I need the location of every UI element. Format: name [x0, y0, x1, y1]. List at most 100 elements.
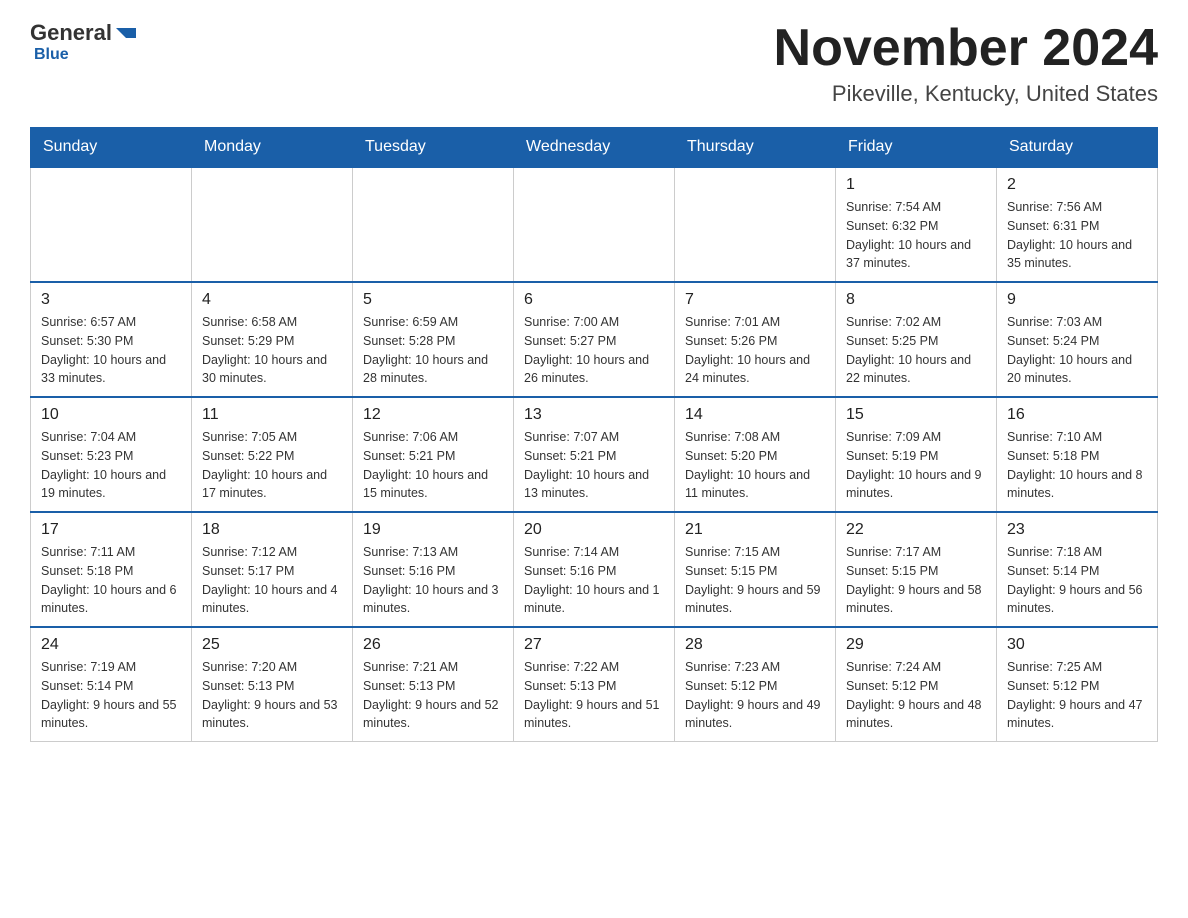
day-info: Sunrise: 7:08 AMSunset: 5:20 PMDaylight:… [685, 428, 825, 503]
calendar-cell: 18 Sunrise: 7:12 AMSunset: 5:17 PMDayligh… [192, 512, 353, 627]
day-info: Sunrise: 7:22 AMSunset: 5:13 PMDaylight:… [524, 658, 664, 733]
calendar-cell [353, 167, 514, 282]
weekday-header-wednesday: Wednesday [514, 128, 675, 168]
day-number: 24 [41, 636, 181, 654]
calendar-cell: 28 Sunrise: 7:23 AMSunset: 5:12 PMDayligh… [675, 627, 836, 742]
day-info: Sunrise: 7:19 AMSunset: 5:14 PMDaylight:… [41, 658, 181, 733]
day-info: Sunrise: 7:56 AMSunset: 6:31 PMDaylight:… [1007, 198, 1147, 273]
day-info: Sunrise: 7:20 AMSunset: 5:13 PMDaylight:… [202, 658, 342, 733]
weekday-header-thursday: Thursday [675, 128, 836, 168]
calendar-cell: 13Sunrise: 7:07 AMSunset: 5:21 PMDayligh… [514, 397, 675, 512]
calendar-cell: 17 Sunrise: 7:11 AMSunset: 5:18 PMDayligh… [31, 512, 192, 627]
logo-general-text: General [30, 20, 112, 46]
day-number: 23 [1007, 521, 1147, 539]
day-number: 15 [846, 406, 986, 424]
day-info: Sunrise: 7:23 AMSunset: 5:12 PMDaylight:… [685, 658, 825, 733]
day-info: Sunrise: 7:18 AMSunset: 5:14 PMDaylight:… [1007, 543, 1147, 618]
logo-triangle-icon [116, 28, 136, 38]
logo-blue-text: Blue [34, 46, 69, 64]
title-section: November 2024 Pikeville, Kentucky, Unite… [774, 20, 1158, 107]
day-number: 12 [363, 406, 503, 424]
calendar-cell: 7 Sunrise: 7:01 AMSunset: 5:26 PMDaylight… [675, 282, 836, 397]
day-info: Sunrise: 7:13 AMSunset: 5:16 PMDaylight:… [363, 543, 503, 618]
calendar-cell: 5Sunrise: 6:59 AMSunset: 5:28 PMDaylight… [353, 282, 514, 397]
calendar-cell: 21Sunrise: 7:15 AMSunset: 5:15 PMDayligh… [675, 512, 836, 627]
day-info: Sunrise: 7:54 AMSunset: 6:32 PMDaylight:… [846, 198, 986, 273]
calendar-cell: 4Sunrise: 6:58 AMSunset: 5:29 PMDaylight… [192, 282, 353, 397]
logo: General Blue [30, 20, 136, 64]
day-number: 29 [846, 636, 986, 654]
day-info: Sunrise: 7:04 AMSunset: 5:23 PMDaylight:… [41, 428, 181, 503]
day-number: 19 [363, 521, 503, 539]
day-info: Sunrise: 7:00 AMSunset: 5:27 PMDaylight:… [524, 313, 664, 388]
day-number: 22 [846, 521, 986, 539]
calendar-cell [31, 167, 192, 282]
day-number: 16 [1007, 406, 1147, 424]
subtitle: Pikeville, Kentucky, United States [774, 81, 1158, 107]
day-number: 9 [1007, 291, 1147, 309]
day-number: 11 [202, 406, 342, 424]
calendar-cell: 10 Sunrise: 7:04 AMSunset: 5:23 PMDayligh… [31, 397, 192, 512]
calendar-cell: 27Sunrise: 7:22 AMSunset: 5:13 PMDayligh… [514, 627, 675, 742]
day-number: 17 [41, 521, 181, 539]
main-title: November 2024 [774, 20, 1158, 77]
day-number: 20 [524, 521, 664, 539]
calendar-cell: 16 Sunrise: 7:10 AMSunset: 5:18 PMDayligh… [997, 397, 1158, 512]
calendar-cell: 6 Sunrise: 7:00 AMSunset: 5:27 PMDaylight… [514, 282, 675, 397]
day-info: Sunrise: 7:01 AMSunset: 5:26 PMDaylight:… [685, 313, 825, 388]
calendar-cell [192, 167, 353, 282]
day-info: Sunrise: 7:15 AMSunset: 5:15 PMDaylight:… [685, 543, 825, 618]
day-info: Sunrise: 7:12 AMSunset: 5:17 PMDaylight:… [202, 543, 342, 618]
calendar-week-1: 1Sunrise: 7:54 AMSunset: 6:32 PMDaylight… [31, 167, 1158, 282]
day-number: 5 [363, 291, 503, 309]
day-number: 28 [685, 636, 825, 654]
calendar-cell: 22 Sunrise: 7:17 AMSunset: 5:15 PMDayligh… [836, 512, 997, 627]
calendar-cell: 1Sunrise: 7:54 AMSunset: 6:32 PMDaylight… [836, 167, 997, 282]
day-info: Sunrise: 7:05 AMSunset: 5:22 PMDaylight:… [202, 428, 342, 503]
day-number: 8 [846, 291, 986, 309]
calendar-cell: 15 Sunrise: 7:09 AMSunset: 5:19 PMDayligh… [836, 397, 997, 512]
day-number: 30 [1007, 636, 1147, 654]
calendar-cell: 8 Sunrise: 7:02 AMSunset: 5:25 PMDaylight… [836, 282, 997, 397]
day-number: 25 [202, 636, 342, 654]
page-header: General Blue November 2024 Pikeville, Ke… [30, 20, 1158, 107]
weekday-header-friday: Friday [836, 128, 997, 168]
day-number: 6 [524, 291, 664, 309]
day-info: Sunrise: 7:17 AMSunset: 5:15 PMDaylight:… [846, 543, 986, 618]
day-info: Sunrise: 6:57 AMSunset: 5:30 PMDaylight:… [41, 313, 181, 388]
calendar-cell: 20 Sunrise: 7:14 AMSunset: 5:16 PMDayligh… [514, 512, 675, 627]
weekday-header-sunday: Sunday [31, 128, 192, 168]
calendar-cell: 9 Sunrise: 7:03 AMSunset: 5:24 PMDaylight… [997, 282, 1158, 397]
weekday-header-saturday: Saturday [997, 128, 1158, 168]
calendar-cell: 30 Sunrise: 7:25 AMSunset: 5:12 PMDayligh… [997, 627, 1158, 742]
day-number: 26 [363, 636, 503, 654]
calendar-cell: 11 Sunrise: 7:05 AMSunset: 5:22 PMDayligh… [192, 397, 353, 512]
day-number: 10 [41, 406, 181, 424]
calendar-cell: 14 Sunrise: 7:08 AMSunset: 5:20 PMDayligh… [675, 397, 836, 512]
day-info: Sunrise: 7:21 AMSunset: 5:13 PMDaylight:… [363, 658, 503, 733]
calendar-cell: 2 Sunrise: 7:56 AMSunset: 6:31 PMDaylight… [997, 167, 1158, 282]
day-info: Sunrise: 7:10 AMSunset: 5:18 PMDaylight:… [1007, 428, 1147, 503]
calendar-week-5: 24 Sunrise: 7:19 AMSunset: 5:14 PMDayligh… [31, 627, 1158, 742]
day-number: 13 [524, 406, 664, 424]
day-info: Sunrise: 7:25 AMSunset: 5:12 PMDaylight:… [1007, 658, 1147, 733]
weekday-header-monday: Monday [192, 128, 353, 168]
calendar-week-4: 17 Sunrise: 7:11 AMSunset: 5:18 PMDayligh… [31, 512, 1158, 627]
calendar-week-3: 10 Sunrise: 7:04 AMSunset: 5:23 PMDayligh… [31, 397, 1158, 512]
day-number: 7 [685, 291, 825, 309]
weekday-header-row: SundayMondayTuesdayWednesdayThursdayFrid… [31, 128, 1158, 168]
day-number: 3 [41, 291, 181, 309]
day-info: Sunrise: 7:09 AMSunset: 5:19 PMDaylight:… [846, 428, 986, 503]
day-info: Sunrise: 6:58 AMSunset: 5:29 PMDaylight:… [202, 313, 342, 388]
day-number: 18 [202, 521, 342, 539]
day-info: Sunrise: 7:14 AMSunset: 5:16 PMDaylight:… [524, 543, 664, 618]
day-number: 2 [1007, 176, 1147, 194]
day-info: Sunrise: 7:11 AMSunset: 5:18 PMDaylight:… [41, 543, 181, 618]
day-info: Sunrise: 7:24 AMSunset: 5:12 PMDaylight:… [846, 658, 986, 733]
calendar-cell: 26 Sunrise: 7:21 AMSunset: 5:13 PMDayligh… [353, 627, 514, 742]
calendar-cell: 24 Sunrise: 7:19 AMSunset: 5:14 PMDayligh… [31, 627, 192, 742]
day-info: Sunrise: 7:03 AMSunset: 5:24 PMDaylight:… [1007, 313, 1147, 388]
calendar-week-2: 3 Sunrise: 6:57 AMSunset: 5:30 PMDaylight… [31, 282, 1158, 397]
day-info: Sunrise: 7:02 AMSunset: 5:25 PMDaylight:… [846, 313, 986, 388]
day-number: 14 [685, 406, 825, 424]
